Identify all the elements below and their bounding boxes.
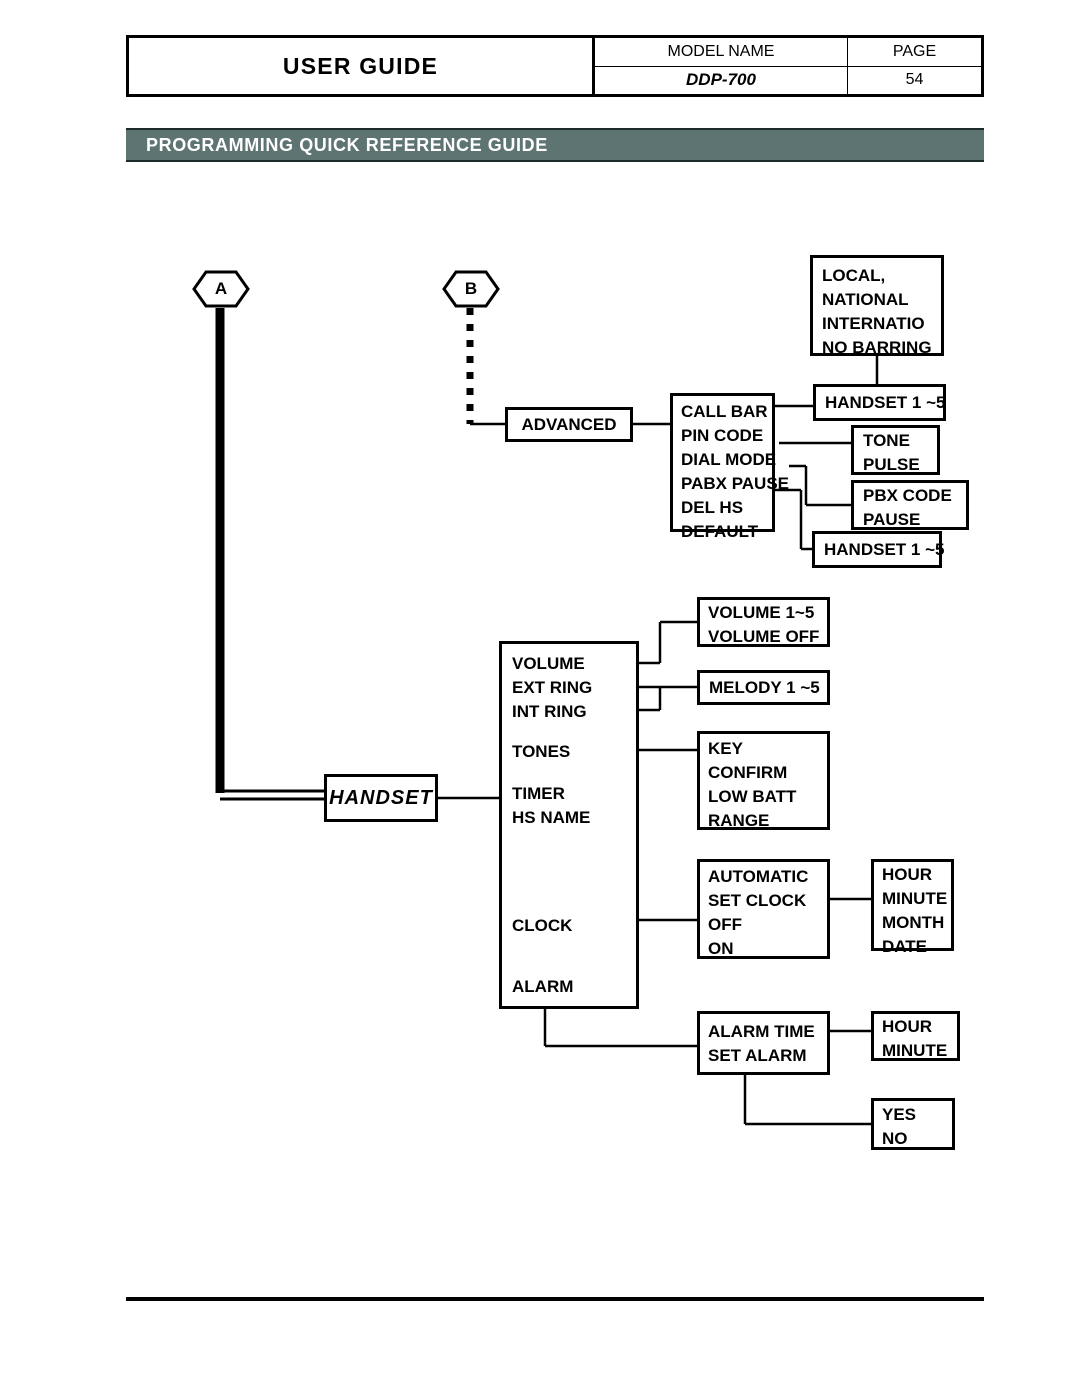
header-value-row: DDP-700 54 [595,66,981,94]
document-header-table: USER GUIDE MODEL NAME PAGE DDP-700 54 [126,35,984,97]
section-banner-title: PROGRAMMING QUICK REFERENCE GUIDE [146,134,548,155]
node-tones-options: KEY CONFIRM LOW BATT RANGE [697,731,830,830]
node-set-clock-fields: HOUR MINUTE MONTH DATE [871,859,954,956]
node-line: DATE [882,937,928,956]
node-line: ALARM TIME [708,1022,815,1041]
header-label-row: MODEL NAME PAGE [595,38,981,67]
node-call-bar-options: LOCAL, NATIONAL INTERNATIO NO BARRING [810,255,944,357]
page-number-value: 54 [905,71,924,89]
node-line: PULSE [863,455,920,474]
node-line: ALARM [512,977,574,996]
node-handset-1-5-top: HANDSET 1 ~5 [813,384,946,421]
node-volume-options: VOLUME 1~5 VOLUME OFF [697,597,830,647]
node-clock-options: AUTOMATIC SET CLOCK OFF ON [697,859,830,959]
node-line: SET CLOCK [708,891,807,910]
node-line: EXT RING [512,678,593,697]
node-alarm-time-fields: HOUR MINUTE [871,1011,960,1061]
connector-b-label: B [464,279,478,298]
node-line: LOW BATT [708,787,797,806]
node-dial-mode-options: TONE PULSE [851,425,940,475]
node-line: VOLUME 1~5 [708,603,815,622]
node-pabx-pause-options: PBX CODE PAUSE [851,480,969,530]
node-line: CONFIRM [708,763,788,782]
node-line: MELODY 1 ~5 [709,677,820,697]
node-handset-menu: VOLUME EXT RING INT RING TONES TIMER HS … [499,641,639,1009]
node-set-alarm-fields: YES NO [871,1098,955,1150]
node-line: KEY [708,739,743,758]
node-line: ADVANCED [521,414,617,434]
node-line: DIAL MODE [681,450,777,469]
model-name-label: MODEL NAME [595,38,848,66]
node-line: PAUSE [863,510,921,529]
node-line: NO BARRING [822,338,932,357]
node-line: INT RING [512,702,587,721]
node-line: HANDSET 1 ~5 [825,392,946,412]
node-handset: HANDSET [324,774,438,822]
node-line: RANGE [708,811,770,830]
node-line: HOUR [882,1017,933,1036]
connector-symbol-b: B [442,270,500,308]
node-line: VOLUME OFF [708,627,820,646]
node-line: LOCAL, [822,266,886,285]
node-line: MINUTE [882,889,948,908]
node-line: NATIONAL [822,290,909,309]
node-line: MONTH [882,913,945,932]
node-line: TIMER [512,784,565,803]
node-advanced: ADVANCED [505,407,633,442]
connector-a-label: A [214,279,228,298]
node-line: TONE [863,431,910,450]
connector-symbol-a: A [192,270,250,308]
node-line: INTERNATIO [822,314,925,333]
footer-divider [126,1297,984,1301]
node-line: ON [708,939,734,958]
node-line: CLOCK [512,916,573,935]
page-label: PAGE [892,42,937,60]
node-line: AUTOMATIC [708,867,809,886]
model-name-value-cell: DDP-700 [595,66,848,94]
node-line: VOLUME [512,654,585,673]
node-line: NO [882,1129,908,1148]
header-title-cell: USER GUIDE [129,38,595,94]
node-line: DEFAULT [681,522,759,541]
node-line: CALL BAR [681,402,768,421]
header-meta-cells: MODEL NAME PAGE DDP-700 54 [595,38,981,94]
node-line: PABX PAUSE [681,474,790,493]
node-line: HS NAME [512,808,591,827]
page-title: USER GUIDE [282,52,439,79]
node-line: PIN CODE [681,426,764,445]
node-line: YES [882,1105,917,1124]
node-line: HANDSET [329,787,433,809]
section-banner: PROGRAMMING QUICK REFERENCE GUIDE [126,128,984,162]
node-line: SET ALARM [708,1046,807,1065]
node-advanced-menu: CALL BAR PIN CODE DIAL MODE PABX PAUSE D… [670,393,790,541]
node-line: DEL HS [681,498,744,517]
node-line: OFF [708,915,742,934]
node-line: MINUTE [882,1041,948,1060]
node-line: PBX CODE [863,486,952,505]
node-line: TONES [512,742,571,761]
model-name-value: DDP-700 [686,70,756,90]
node-line: HOUR [882,865,933,884]
node-handset-1-5-bottom: HANDSET 1 ~5 [812,531,945,568]
node-line: HANDSET 1 ~5 [824,539,945,559]
node-melody-options: MELODY 1 ~5 [697,670,830,705]
node-alarm-options: ALARM TIME SET ALARM [697,1011,830,1075]
